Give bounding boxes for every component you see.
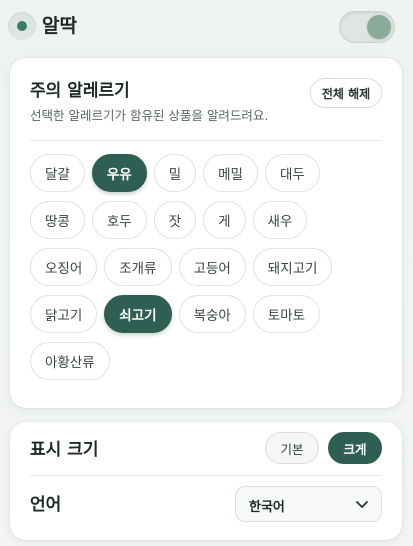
allergy-chip[interactable]: 오징어 bbox=[30, 248, 98, 286]
language-label: 언어 bbox=[30, 495, 62, 515]
allergy-chip[interactable]: 대두 bbox=[264, 154, 320, 192]
chip-row: 달걀 우유 밀 메밀 대두 bbox=[30, 154, 390, 192]
logo-icon bbox=[8, 12, 36, 40]
language-select[interactable]: 한국어 bbox=[235, 486, 382, 522]
allergy-chip[interactable]: 조개류 bbox=[104, 248, 172, 286]
enable-toggle[interactable] bbox=[339, 11, 395, 43]
allergy-card: 주의 알레르기 선택한 알레르기가 함유된 상품을 알려드려요. 전체 해제 달… bbox=[10, 58, 402, 408]
chip-row: 오징어 조개류 고등어 돼지고기 bbox=[30, 248, 390, 286]
allergy-section-title: 주의 알레르기 bbox=[30, 81, 130, 101]
allergy-chip[interactable]: 고등어 bbox=[178, 248, 246, 286]
allergy-chip[interactable]: 새우 bbox=[252, 201, 308, 239]
allergy-chip[interactable]: 땅콩 bbox=[30, 201, 85, 239]
allergy-chip[interactable]: 호두 bbox=[91, 201, 147, 239]
toggle-knob bbox=[367, 15, 391, 39]
divider bbox=[30, 475, 382, 476]
allergy-chip[interactable]: 밀 bbox=[153, 154, 197, 192]
language-select-value: 한국어 bbox=[249, 500, 285, 515]
allergy-chip[interactable]: 닭고기 bbox=[30, 295, 98, 333]
display-size-label: 표시 크기 bbox=[30, 440, 99, 460]
allergy-chip[interactable]: 아황산류 bbox=[30, 342, 110, 380]
size-large-button[interactable]: 크게 bbox=[328, 432, 382, 464]
chip-row: 닭고기 쇠고기 복숭아 토마토 bbox=[30, 295, 390, 333]
allergy-chip[interactable]: 달걀 bbox=[30, 154, 85, 192]
chip-row: 아황산류 bbox=[30, 342, 390, 380]
allergy-chip[interactable]: 쇠고기 bbox=[104, 295, 172, 333]
allergy-chip[interactable]: 메밀 bbox=[203, 154, 258, 192]
app-header: 알딱 bbox=[0, 0, 413, 56]
chevron-down-icon bbox=[356, 501, 368, 508]
allergy-chip[interactable]: 토마토 bbox=[252, 295, 321, 333]
allergy-chip[interactable]: 우유 bbox=[91, 154, 147, 192]
chip-row: 땅콩 호두 잣 게 새우 bbox=[30, 201, 390, 239]
size-basic-button[interactable]: 기본 bbox=[265, 432, 319, 464]
allergy-section-subtitle: 선택한 알레르기가 함유된 상품을 알려드려요. bbox=[30, 108, 269, 123]
allergy-chip[interactable]: 잣 bbox=[153, 201, 197, 239]
allergy-chip-list: 달걀 우유 밀 메밀 대두땅콩 호두 잣 게 새우오징어 조개류 고등어 돼지고기닭고기 쇠고기 복숭아 토… bbox=[30, 154, 390, 389]
allergy-chip[interactable]: 돼지고기 bbox=[252, 248, 333, 286]
divider bbox=[30, 140, 382, 141]
clear-all-button[interactable]: 전체 해제 bbox=[310, 78, 382, 108]
app-title: 알딱 bbox=[42, 15, 77, 37]
settings-card: 표시 크기 기본 크게 언어 한국어 bbox=[10, 422, 402, 540]
allergy-chip[interactable]: 게 bbox=[203, 201, 246, 239]
allergy-chip[interactable]: 복숭아 bbox=[178, 295, 246, 333]
